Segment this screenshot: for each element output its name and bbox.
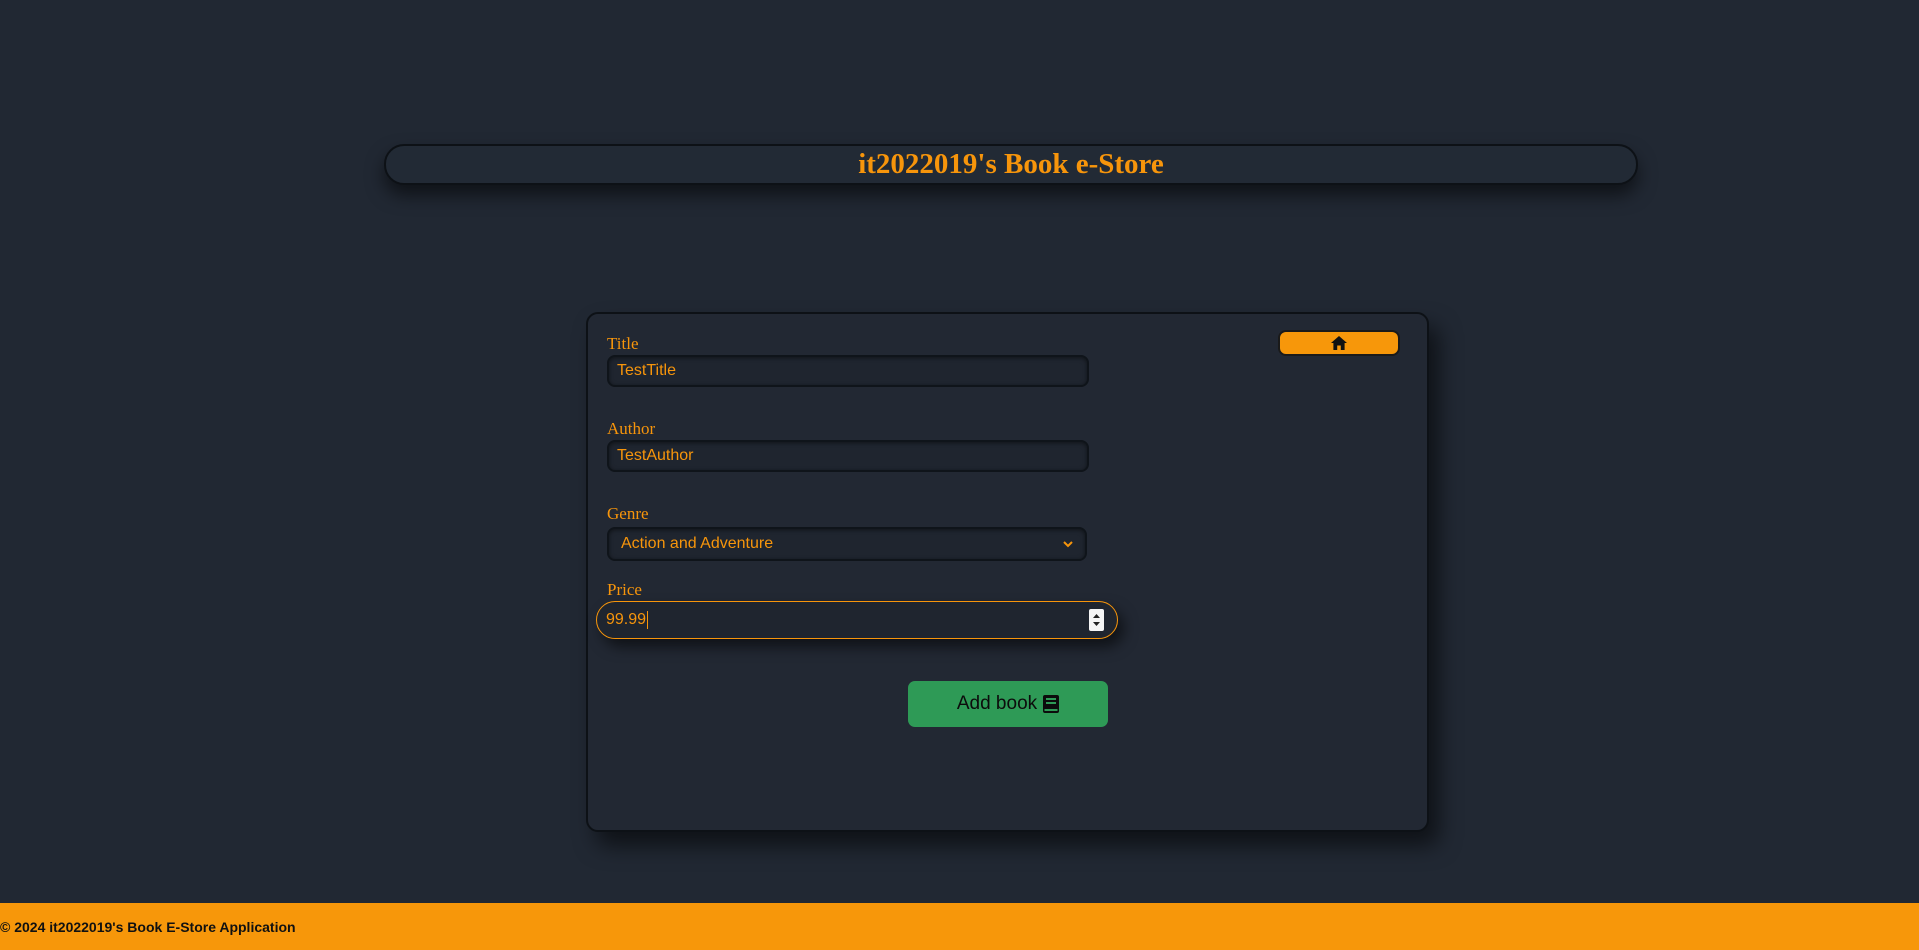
price-input-value: 99.99 [606,611,647,629]
author-label: Author [607,419,656,438]
add-book-label: Add book [956,693,1038,714]
site-header: it2022019's Book e-Store [384,144,1638,185]
home-button[interactable] [1278,330,1400,356]
price-input-value-wrap: 99.99 [606,610,649,629]
genre-select-value: Action and Adventure [621,535,774,552]
chevron-down-icon [1063,540,1073,547]
book-icon [1043,695,1060,713]
title-input-value: TestTitle [617,362,676,379]
spinner-arrows-icon [1093,614,1100,626]
add-book-button[interactable]: Add book [908,681,1108,727]
site-title: it2022019's Book e-Store [858,148,1164,180]
price-spinner[interactable] [1089,609,1104,631]
title-label: Title [607,334,639,353]
title-input[interactable]: TestTitle [607,355,1089,387]
price-input[interactable]: 99.99 [596,601,1118,639]
site-footer: © 2024 it2022019's Book E-Store Applicat… [0,903,1919,950]
footer-text: © 2024 it2022019's Book E-Store Applicat… [0,918,296,935]
author-input-value: TestAuthor [617,447,694,464]
author-input[interactable]: TestAuthor [607,440,1089,472]
genre-label: Genre [607,504,649,523]
page: it2022019's Book e-Store Title TestTitle… [0,0,1919,950]
price-label: Price [607,580,642,599]
genre-select[interactable]: Action and Adventure [607,527,1087,561]
home-icon [1331,336,1347,350]
text-caret [647,610,649,629]
add-book-form: Title TestTitle Author TestAuthor Genre … [586,312,1429,832]
